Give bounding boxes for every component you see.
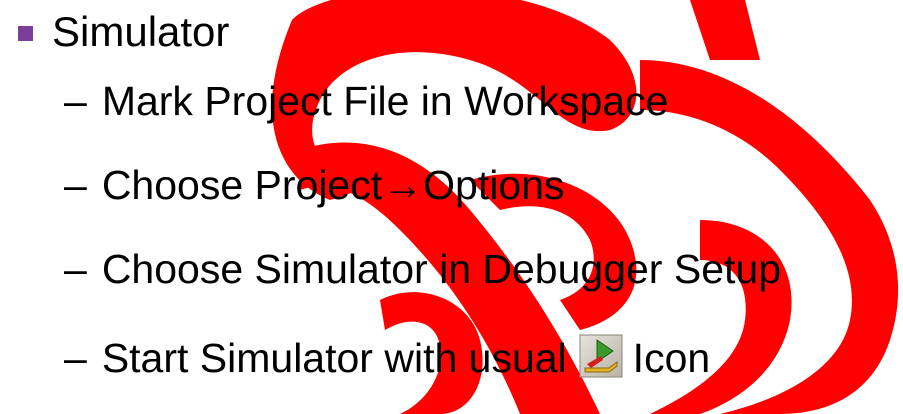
debug-start-icon bbox=[579, 334, 623, 378]
dash-bullet: – bbox=[64, 162, 87, 208]
sub-bullet-text: Start Simulator with usual bbox=[101, 335, 567, 381]
sub-bullet-2: – Choose Project→Options bbox=[64, 157, 564, 213]
dash-bullet: – bbox=[64, 335, 87, 381]
sub-bullet-text: Choose Project→Options bbox=[101, 162, 565, 208]
bullet-square-icon bbox=[18, 25, 33, 41]
sub-bullet-text: Choose Simulator in Debugger Setup bbox=[101, 246, 781, 292]
dash-bullet: – bbox=[64, 246, 87, 292]
icon-word: Icon bbox=[632, 335, 711, 381]
main-bullet: Simulator bbox=[18, 4, 229, 60]
sub-bullet-4: – Start Simulator with usual Icon bbox=[64, 330, 710, 386]
sub-bullet-1: – Mark Project File in Workspace bbox=[64, 73, 668, 129]
slide-content: Simulator – Mark Project File in Workspa… bbox=[0, 0, 903, 414]
sub-bullet-text: Mark Project File in Workspace bbox=[101, 78, 669, 124]
main-bullet-text: Simulator bbox=[52, 8, 230, 55]
dash-bullet: – bbox=[64, 78, 87, 124]
sub-bullet-3: – Choose Simulator in Debugger Setup bbox=[64, 241, 781, 297]
